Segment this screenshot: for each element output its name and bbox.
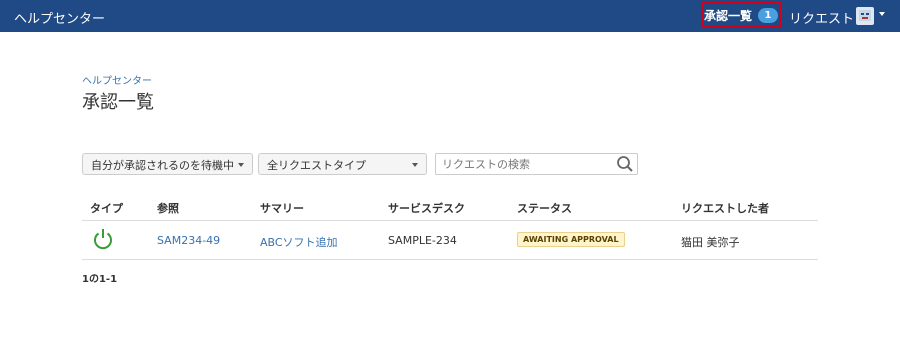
- approvals-count-badge: 1: [758, 7, 778, 23]
- column-header-requester: リクエストした者: [681, 202, 769, 215]
- column-header-status: ステータス: [517, 202, 572, 215]
- approval-status-filter-label: 自分が承認されるのを待機中: [91, 159, 234, 172]
- search-icon[interactable]: [616, 155, 634, 173]
- column-header-reference: 参照: [157, 202, 179, 215]
- chevron-down-icon: [412, 163, 418, 167]
- column-header-type: タイプ: [90, 202, 123, 215]
- approvals-link[interactable]: 承認一覧 1: [701, 2, 781, 28]
- requests-link[interactable]: リクエスト: [789, 8, 854, 27]
- request-search-input[interactable]: [435, 153, 638, 175]
- breadcrumb[interactable]: ヘルプセンター: [82, 72, 152, 87]
- request-summary-link[interactable]: ABCソフト追加: [260, 234, 338, 250]
- pagination-info: 1の1-1: [82, 274, 118, 285]
- column-header-service-desk: サービスデスク: [388, 202, 465, 215]
- table-header-divider: [82, 220, 818, 221]
- request-reference-link[interactable]: SAM234-49: [157, 234, 220, 247]
- help-center-link[interactable]: ヘルプセンター: [14, 8, 105, 27]
- request-type-filter[interactable]: 全リクエストタイプ: [258, 153, 427, 175]
- approvals-label: 承認一覧: [703, 8, 752, 23]
- user-avatar-icon[interactable]: [856, 7, 874, 25]
- request-type-filter-label: 全リクエストタイプ: [267, 159, 366, 172]
- status-badge: AWAITING APPROVAL: [517, 232, 625, 247]
- page-title: 承認一覧: [82, 92, 154, 113]
- table-row-divider: [82, 259, 818, 260]
- top-navigation-bar: ヘルプセンター 承認一覧 1 リクエスト: [0, 0, 900, 32]
- chevron-down-icon: [238, 163, 244, 167]
- power-icon: [94, 229, 112, 250]
- approval-status-filter[interactable]: 自分が承認されるのを待機中: [82, 153, 253, 175]
- service-desk-name: SAMPLE-234: [388, 234, 457, 247]
- requester-name: 猫田 美弥子: [681, 236, 740, 249]
- chevron-down-icon[interactable]: [879, 12, 885, 16]
- column-header-summary: サマリー: [260, 202, 304, 215]
